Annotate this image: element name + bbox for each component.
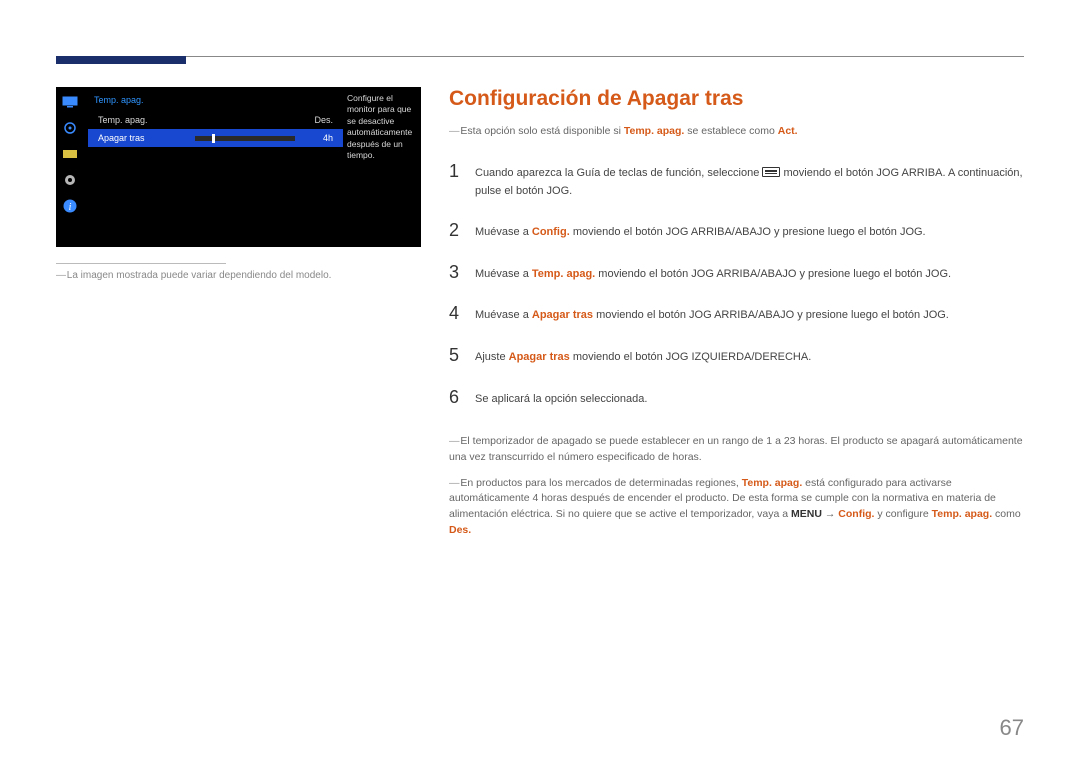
osd-menu-title: Temp. apag. [88,93,343,111]
menu-icon [762,167,780,177]
step-3: 3 Muévase a Temp. apag. moviendo el botó… [449,252,1024,294]
arrow-icon: → [825,508,836,520]
osd-row-value: Des. [305,115,333,125]
osd-menu-panel: Temp. apag. Temp. apag. Des. Apagar tras… [84,87,343,247]
osd-screenshot: i Temp. apag. Temp. apag. Des. Apagar tr… [56,87,421,247]
step-1: 1 Cuando aparezca la Guía de teclas de f… [449,151,1024,210]
gear-icon [61,171,79,189]
instruction-steps: 1 Cuando aparezca la Guía de teclas de f… [449,151,1024,418]
osd-slider [195,136,295,141]
figure-caption: La imagen mostrada puede variar dependie… [56,270,421,281]
footnotes: El temporizador de apagado se puede esta… [449,434,1024,539]
svg-text:i: i [69,202,72,213]
info-icon: i [61,197,79,215]
osd-row-apagar-tras: Apagar tras 4h [88,129,343,147]
osd-sidebar-icons: i [56,87,84,247]
page-title: Configuración de Apagar tras [449,87,1024,111]
step-5: 5 Ajuste Apagar tras moviendo el botón J… [449,335,1024,377]
monitor-icon [61,93,79,111]
availability-note: Esta opción solo está disponible si Temp… [449,125,1024,137]
step-4: 4 Muévase a Apagar tras moviendo el botó… [449,293,1024,335]
osd-row-value: 4h [305,133,333,143]
osd-row-label: Temp. apag. [98,115,148,125]
osd-row-temp-apag: Temp. apag. Des. [88,111,343,129]
page-number: 67 [1000,715,1024,741]
step-2: 2 Muévase a Config. moviendo el botón JO… [449,210,1024,252]
footnote-1: El temporizador de apagado se puede esta… [449,434,1024,466]
osd-description-panel: Configure el monitor para que se desacti… [343,87,421,247]
osd-row-label: Apagar tras [98,133,145,143]
step-6: 6 Se aplicará la opción seleccionada. [449,377,1024,419]
rectangle-icon [61,145,79,163]
footnote-2: En productos para los mercados de determ… [449,476,1024,539]
target-icon [61,119,79,137]
